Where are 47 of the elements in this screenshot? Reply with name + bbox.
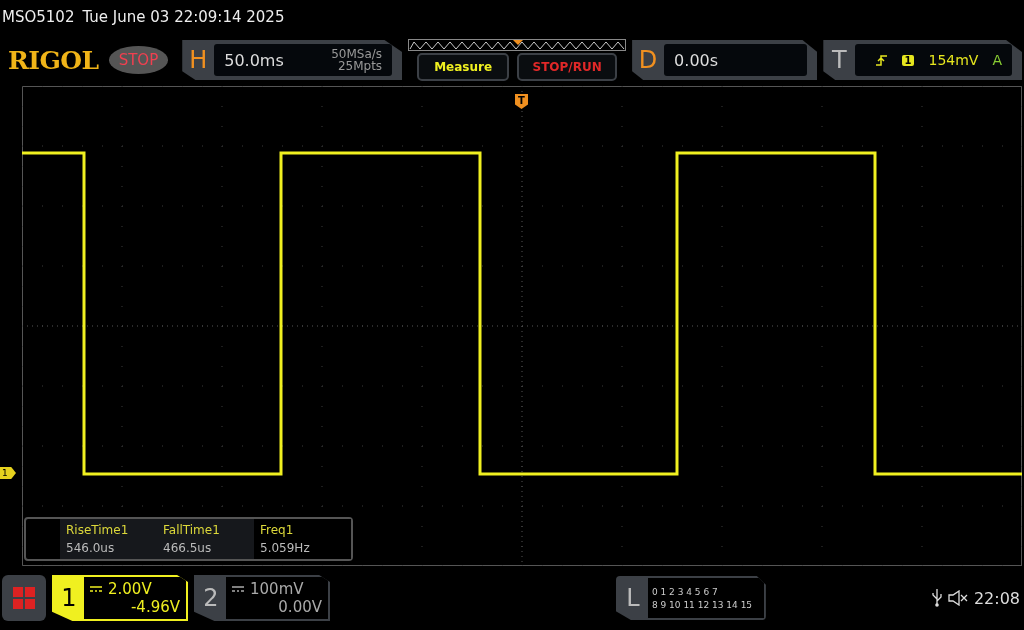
measurement-value: 5.059Hz — [260, 541, 311, 555]
trigger-source-badge: 1 — [901, 54, 915, 66]
measurement-name: FallTime1 — [163, 523, 221, 537]
channel-number: 2 — [202, 583, 220, 614]
logic-label: L — [625, 583, 641, 614]
channel-scale: 100mV — [250, 580, 304, 598]
measurement-name: Freq1 — [260, 523, 295, 537]
timebase-value: 50.0ms — [224, 50, 284, 70]
delay-label: D — [637, 46, 659, 74]
measurement-value: 466.5us — [163, 541, 213, 555]
sample-rate: 50MSa/s — [331, 48, 383, 60]
usb-icon — [931, 589, 942, 607]
logic-panel[interactable]: L 0 1 2 3 4 5 6 7 8 9 10 11 12 13 14 15 — [615, 576, 766, 620]
trigger-mode: A — [992, 52, 1002, 68]
measurement-name: RiseTime1 — [66, 523, 130, 537]
horizontal-panel[interactable]: H 50.0ms 50MSa/s 25Mpts — [182, 40, 403, 80]
trigger-label: T — [830, 46, 848, 74]
horizontal-label: H — [188, 46, 209, 74]
delay-value: 0.00s — [674, 50, 719, 70]
measure-button[interactable]: Measure — [417, 53, 510, 81]
menu-button[interactable] — [2, 575, 46, 621]
channel-scale: 2.00V — [108, 580, 152, 598]
date-time: Tue June 03 22:09:14 2025 — [82, 8, 285, 26]
channel-panel[interactable]: 2 100mV 0.00V — [194, 575, 330, 621]
delay-panel[interactable]: D 0.00s — [632, 40, 818, 80]
run-state-badge: STOP — [108, 46, 169, 74]
trigger-position-marker[interactable]: T — [515, 94, 528, 109]
stop-run-button[interactable]: STOP/RUN — [517, 53, 618, 81]
memory-depth: 25Mpts — [337, 60, 383, 72]
channel-ground-marker[interactable]: 1 — [0, 467, 16, 479]
channel-offset: -4.96V — [130, 598, 180, 616]
dc-coupling-icon — [90, 586, 102, 592]
measurement-value: 546.0us — [66, 541, 116, 555]
channel-offset: 0.00V — [278, 598, 322, 616]
brand-logo: RIGOL — [8, 45, 99, 75]
model-name: MSO5102 — [2, 8, 75, 26]
dc-coupling-icon — [232, 586, 244, 592]
grid-icon — [13, 587, 35, 609]
rising-edge-icon — [875, 54, 888, 66]
logic-channels: 8 9 10 11 12 13 14 15 — [651, 599, 754, 610]
trigger-level: 154mV — [928, 52, 979, 68]
channel-panel[interactable]: 1 2.00V -4.96V — [52, 575, 188, 621]
mute-icon — [947, 590, 968, 606]
clock: 22:08 — [973, 588, 1020, 608]
trigger-panel[interactable]: T 1 154mV A — [823, 40, 1022, 80]
channel-number: 1 — [60, 583, 78, 614]
logic-channels: 0 1 2 3 4 5 6 7 — [651, 586, 719, 597]
